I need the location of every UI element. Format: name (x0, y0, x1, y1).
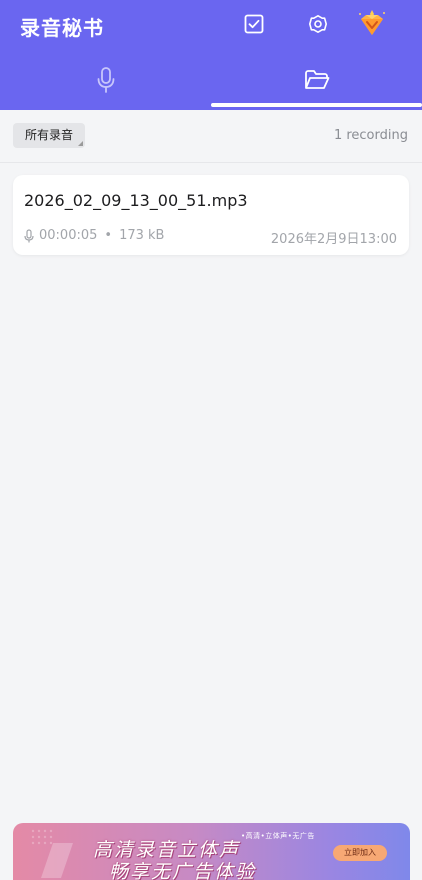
recording-date: 2026年2月9日13:00 (270, 232, 397, 247)
banner-tagline: •高清•立体声•无广告 (241, 832, 315, 840)
recording-count: 1 recording (333, 128, 408, 143)
tab-files[interactable] (211, 58, 422, 106)
filter-dropdown[interactable]: 所有录音 (13, 123, 86, 148)
filter-bar: 所有录音 1 recording (0, 110, 422, 163)
promo-banner[interactable]: •高清•立体声•无广告 高清录音立体声 畅享无广告体验 立即加入 (13, 823, 410, 880)
app-header: 录音秘书 (0, 0, 422, 110)
banner-subheadline: 畅享无广告体验 (109, 861, 257, 880)
folder-icon (304, 69, 330, 95)
recording-item[interactable]: 2026_02_09_13_00_51.mp3 00:00:05 • 173 k… (13, 175, 409, 255)
microphone-icon (96, 66, 116, 98)
app-title: 录音秘书 (20, 16, 104, 40)
tab-record[interactable] (0, 58, 211, 106)
recording-meta: 00:00:05 • 173 kB (24, 228, 164, 243)
meta-separator: • (104, 228, 113, 243)
checkbox-icon[interactable] (241, 11, 267, 37)
diamond-icon[interactable] (356, 8, 388, 40)
tab-indicator (211, 103, 422, 107)
gear-icon[interactable] (305, 11, 331, 37)
recording-duration: 00:00:05 (39, 228, 98, 243)
join-now-button[interactable]: 立即加入 (333, 845, 387, 861)
recording-size: 173 kB (119, 228, 165, 243)
recording-file-name: 2026_02_09_13_00_51.mp3 (24, 191, 248, 210)
small-microphone-icon (24, 228, 34, 243)
banner-pattern-icon (31, 829, 73, 878)
